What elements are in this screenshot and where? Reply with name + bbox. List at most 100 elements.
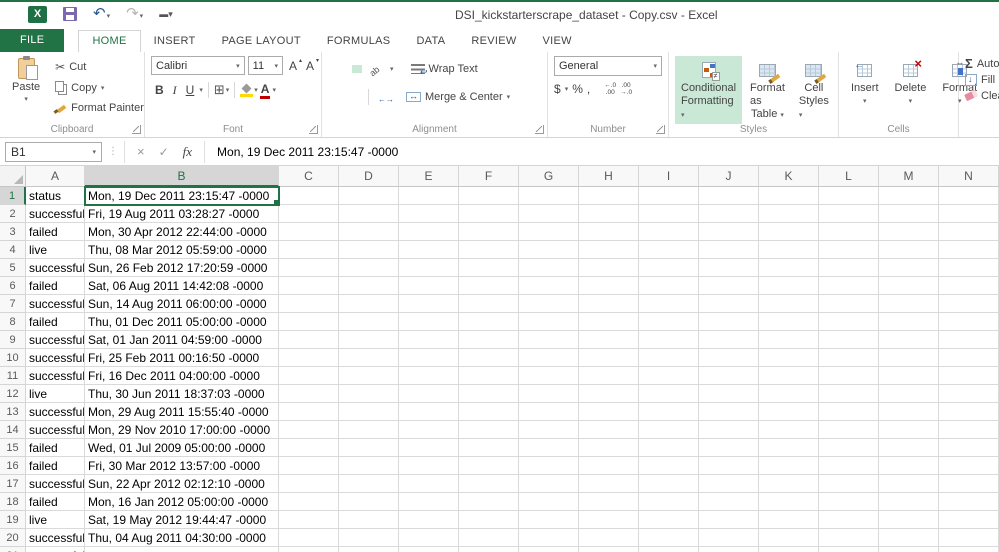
cell-h11[interactable]: [579, 367, 639, 385]
cell-m7[interactable]: [879, 295, 939, 313]
cell-c2[interactable]: [279, 205, 339, 223]
delete-caret-icon[interactable]: ▾: [909, 95, 913, 108]
cell-g3[interactable]: [519, 223, 579, 241]
cell-d10[interactable]: [339, 349, 399, 367]
undo-button[interactable]: ↶▾: [93, 5, 110, 23]
cell-h14[interactable]: [579, 421, 639, 439]
copy-button[interactable]: Copy ▾: [52, 79, 147, 97]
cell-d14[interactable]: [339, 421, 399, 439]
column-header-l[interactable]: L: [819, 166, 879, 187]
cell-e15[interactable]: [399, 439, 459, 457]
redo-button[interactable]: ↷▾: [126, 5, 143, 23]
cell-a18[interactable]: failed: [26, 493, 85, 511]
cell-j1[interactable]: [699, 187, 759, 205]
underline-button[interactable]: U: [182, 83, 199, 97]
cell-f12[interactable]: [459, 385, 519, 403]
formula-bar-input[interactable]: Mon, 19 Dec 2011 23:15:47 -0000: [217, 145, 398, 159]
cell-n13[interactable]: [939, 403, 999, 421]
cell-i3[interactable]: [639, 223, 699, 241]
cell-c10[interactable]: [279, 349, 339, 367]
cell-i2[interactable]: [639, 205, 699, 223]
cell-m2[interactable]: [879, 205, 939, 223]
cell-d11[interactable]: [339, 367, 399, 385]
cell-h9[interactable]: [579, 331, 639, 349]
cell-m17[interactable]: [879, 475, 939, 493]
row-header-13[interactable]: 13: [0, 403, 26, 421]
cell-m14[interactable]: [879, 421, 939, 439]
cell-h2[interactable]: [579, 205, 639, 223]
cell-b7[interactable]: Sun, 14 Aug 2011 06:00:00 -0000: [85, 295, 279, 313]
cell-n5[interactable]: [939, 259, 999, 277]
cell-i13[interactable]: [639, 403, 699, 421]
cell-f7[interactable]: [459, 295, 519, 313]
cell-d15[interactable]: [339, 439, 399, 457]
align-center-button[interactable]: [340, 93, 350, 101]
cell-e13[interactable]: [399, 403, 459, 421]
cell-a5[interactable]: successful: [26, 259, 85, 277]
cell-k11[interactable]: [759, 367, 819, 385]
cell-n17[interactable]: [939, 475, 999, 493]
cell-m4[interactable]: [879, 241, 939, 259]
formula-bar-grip-icon[interactable]: ⋮: [108, 146, 118, 157]
cell-c6[interactable]: [279, 277, 339, 295]
cell-j13[interactable]: [699, 403, 759, 421]
cell-c9[interactable]: [279, 331, 339, 349]
cell-g2[interactable]: [519, 205, 579, 223]
cell-n4[interactable]: [939, 241, 999, 259]
cell-l3[interactable]: [819, 223, 879, 241]
cell-n16[interactable]: [939, 457, 999, 475]
cell-f8[interactable]: [459, 313, 519, 331]
cell-f13[interactable]: [459, 403, 519, 421]
confirm-entry-icon[interactable]: ✓: [159, 145, 169, 159]
row-header-17[interactable]: 17: [0, 475, 26, 493]
delete-cells-button[interactable]: Delete ▾: [889, 56, 933, 121]
cell-a21[interactable]: successful: [26, 547, 85, 552]
orientation-caret-icon[interactable]: ▾: [390, 65, 394, 73]
cell-k18[interactable]: [759, 493, 819, 511]
cell-d12[interactable]: [339, 385, 399, 403]
cell-a13[interactable]: successful: [26, 403, 85, 421]
cell-k8[interactable]: [759, 313, 819, 331]
cell-h21[interactable]: [579, 547, 639, 552]
cell-l18[interactable]: [819, 493, 879, 511]
cell-j3[interactable]: [699, 223, 759, 241]
cell-i7[interactable]: [639, 295, 699, 313]
cell-n3[interactable]: [939, 223, 999, 241]
cell-a4[interactable]: live: [26, 241, 85, 259]
cell-m8[interactable]: [879, 313, 939, 331]
cell-n20[interactable]: [939, 529, 999, 547]
column-header-e[interactable]: E: [399, 166, 459, 187]
cell-m19[interactable]: [879, 511, 939, 529]
cell-h15[interactable]: [579, 439, 639, 457]
cell-h7[interactable]: [579, 295, 639, 313]
cell-h4[interactable]: [579, 241, 639, 259]
cell-i15[interactable]: [639, 439, 699, 457]
cell-n11[interactable]: [939, 367, 999, 385]
cell-d13[interactable]: [339, 403, 399, 421]
cell-a7[interactable]: successful: [26, 295, 85, 313]
cell-b6[interactable]: Sat, 06 Aug 2011 14:42:08 -0000: [85, 277, 279, 295]
cell-g7[interactable]: [519, 295, 579, 313]
cell-c1[interactable]: [279, 187, 339, 205]
cell-a14[interactable]: successful: [26, 421, 85, 439]
cell-m1[interactable]: [879, 187, 939, 205]
cell-n21[interactable]: [939, 547, 999, 552]
cell-b3[interactable]: Mon, 30 Apr 2012 22:44:00 -0000: [85, 223, 279, 241]
cell-j14[interactable]: [699, 421, 759, 439]
cell-g17[interactable]: [519, 475, 579, 493]
cell-j2[interactable]: [699, 205, 759, 223]
cell-c18[interactable]: [279, 493, 339, 511]
cell-d8[interactable]: [339, 313, 399, 331]
cell-f10[interactable]: [459, 349, 519, 367]
cell-k6[interactable]: [759, 277, 819, 295]
cell-n9[interactable]: [939, 331, 999, 349]
cell-n8[interactable]: [939, 313, 999, 331]
number-format-caret-icon[interactable]: ▾: [653, 62, 657, 70]
cell-j18[interactable]: [699, 493, 759, 511]
cell-h18[interactable]: [579, 493, 639, 511]
cell-m18[interactable]: [879, 493, 939, 511]
customize-qat-icon[interactable]: ▬▾: [159, 9, 173, 20]
tab-view[interactable]: VIEW: [530, 31, 585, 52]
row-header-4[interactable]: 4: [0, 241, 26, 259]
cell-f21[interactable]: [459, 547, 519, 552]
